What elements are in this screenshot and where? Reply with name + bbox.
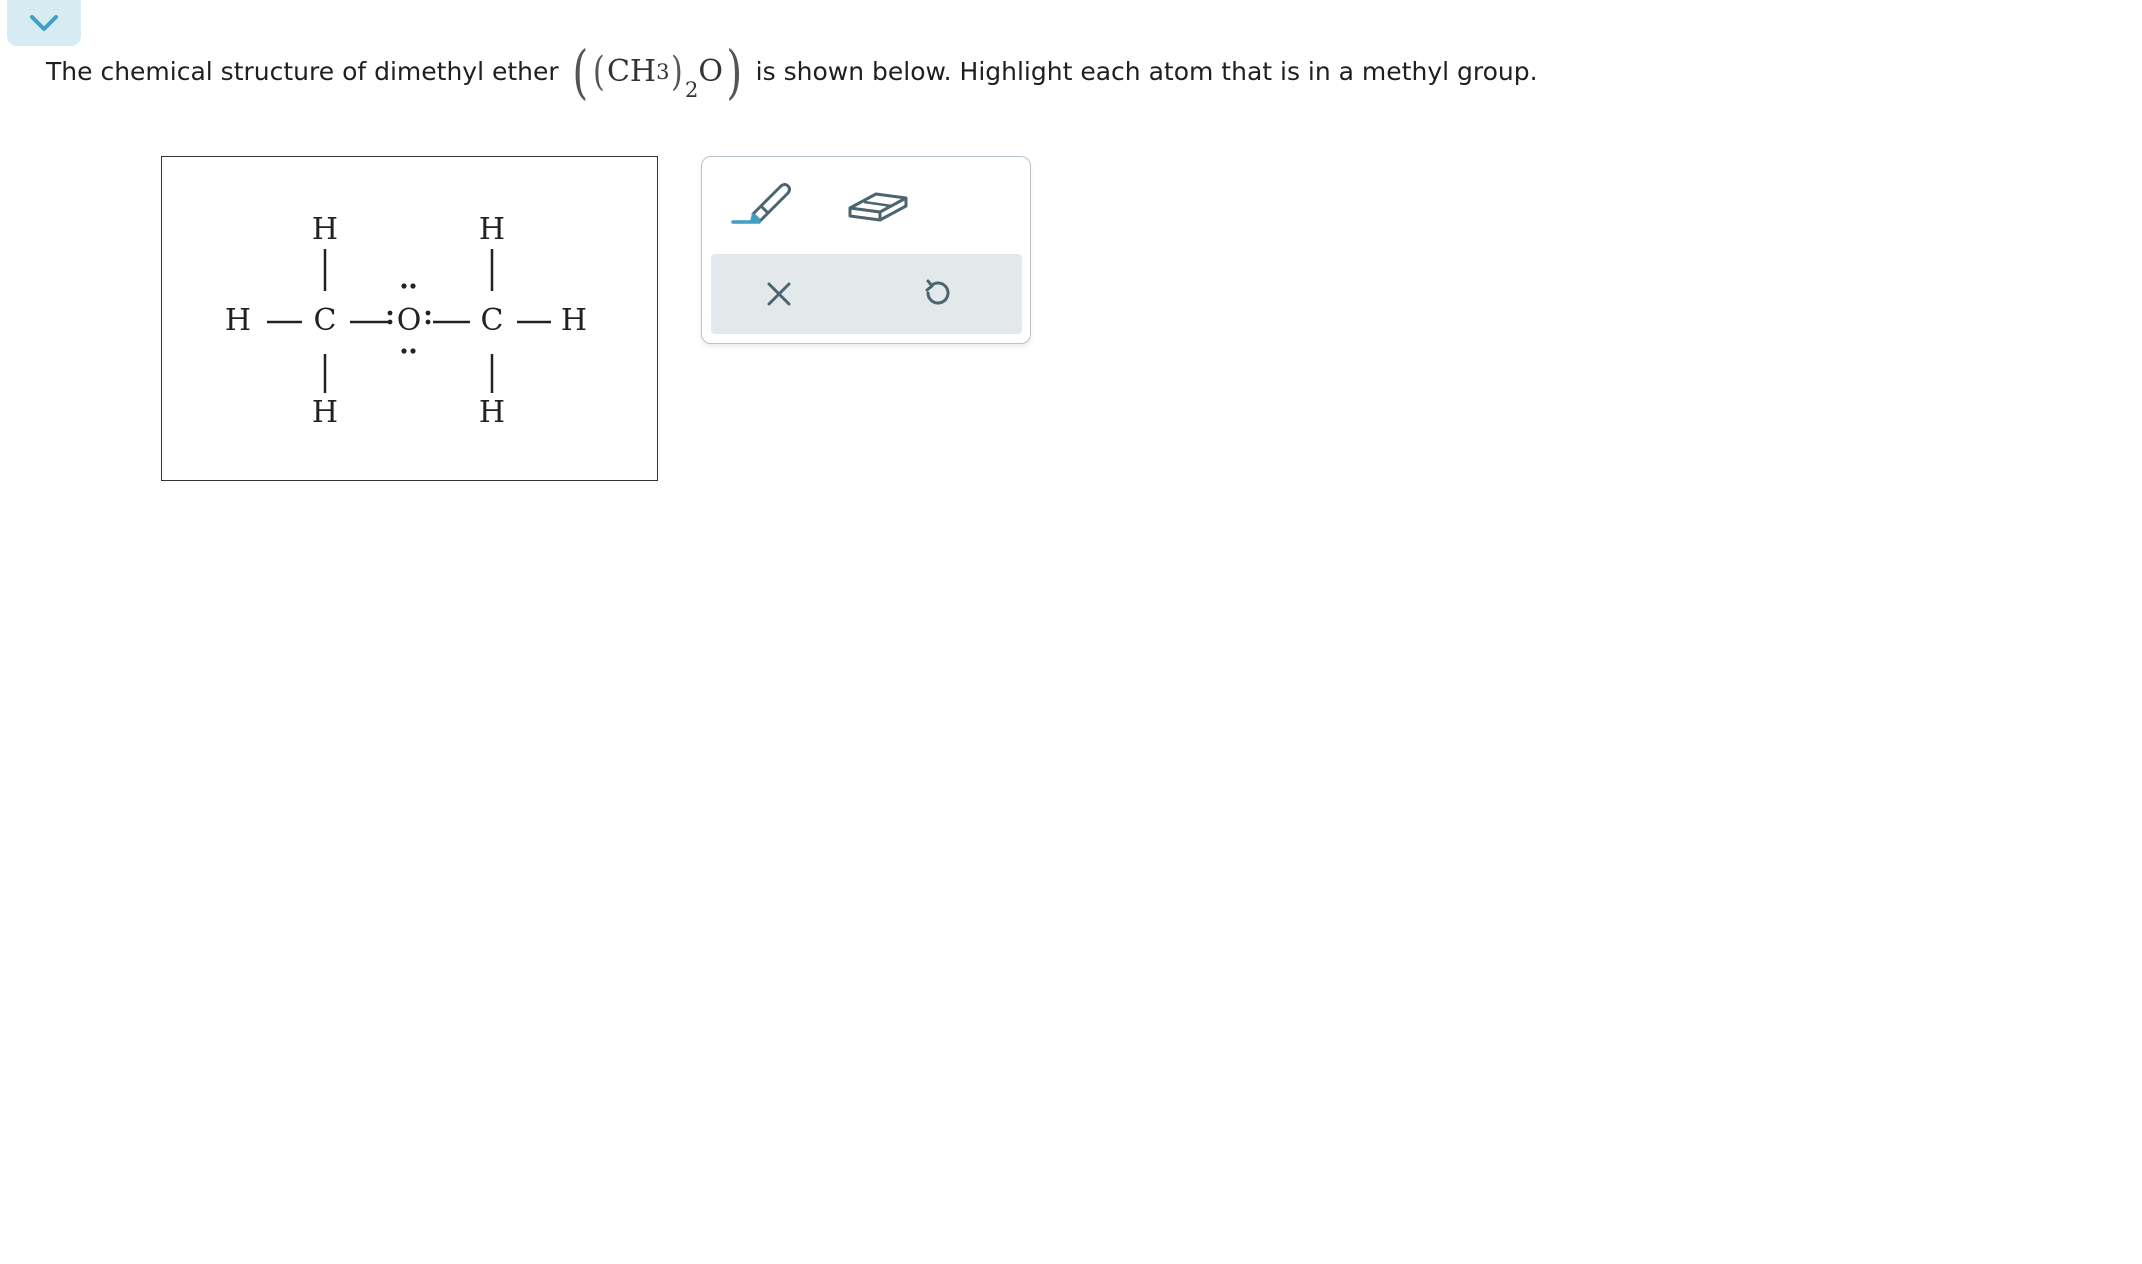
question-suffix: is shown below. Highlight each atom that…: [755, 57, 1538, 86]
atom-c-right[interactable]: C: [481, 303, 504, 338]
chemical-formula: ((CH 3) 2 O): [569, 43, 746, 102]
atom-h-top-left[interactable]: H: [312, 212, 338, 247]
question-text: The chemical structure of dimethyl ether…: [46, 43, 1538, 102]
highlighter-tool[interactable]: [722, 169, 802, 239]
action-bar: [711, 254, 1022, 334]
collapse-button[interactable]: [7, 0, 81, 46]
atom-h-bottom-left[interactable]: H: [312, 395, 338, 430]
formula-group: CH: [606, 54, 657, 89]
eraser-tool[interactable]: [837, 169, 917, 239]
page: The chemical structure of dimethyl ether…: [0, 0, 2142, 1264]
atom-c-left[interactable]: C: [314, 303, 337, 338]
lone-pair-dot: [425, 319, 431, 325]
molecule-canvas[interactable]: H H H C O C H H H: [161, 156, 658, 481]
close-icon: [767, 282, 791, 306]
eraser-icon: [848, 192, 908, 222]
highlighter-icon: [731, 183, 791, 224]
undo-icon: [925, 279, 950, 305]
lone-pair-dot: [410, 283, 416, 289]
atom-h-right[interactable]: H: [561, 303, 587, 338]
lone-pair-dot: [387, 319, 393, 325]
atom-h-top-right[interactable]: H: [479, 212, 505, 247]
lone-pair-dot: [410, 348, 416, 354]
atom-o-center[interactable]: O: [397, 303, 422, 338]
formula-group-subscript: 3: [656, 60, 670, 84]
clear-button[interactable]: [751, 266, 807, 322]
question-prefix: The chemical structure of dimethyl ether: [46, 57, 559, 86]
lone-pair-dot: [401, 283, 407, 289]
lone-pair-dot: [425, 310, 431, 316]
formula-atom: O: [698, 54, 724, 89]
atom-h-left[interactable]: H: [225, 303, 251, 338]
undo-button[interactable]: [909, 266, 965, 322]
highlight-toolbox: [701, 156, 1031, 344]
lone-pair-dot: [387, 310, 393, 316]
atom-h-bottom-right[interactable]: H: [479, 395, 505, 430]
chevron-down-icon: [30, 15, 58, 31]
molecule-structure: H H H C O C H H H: [225, 212, 587, 430]
lone-pair-dot: [401, 348, 407, 354]
formula-count-subscript: 2: [685, 78, 699, 102]
